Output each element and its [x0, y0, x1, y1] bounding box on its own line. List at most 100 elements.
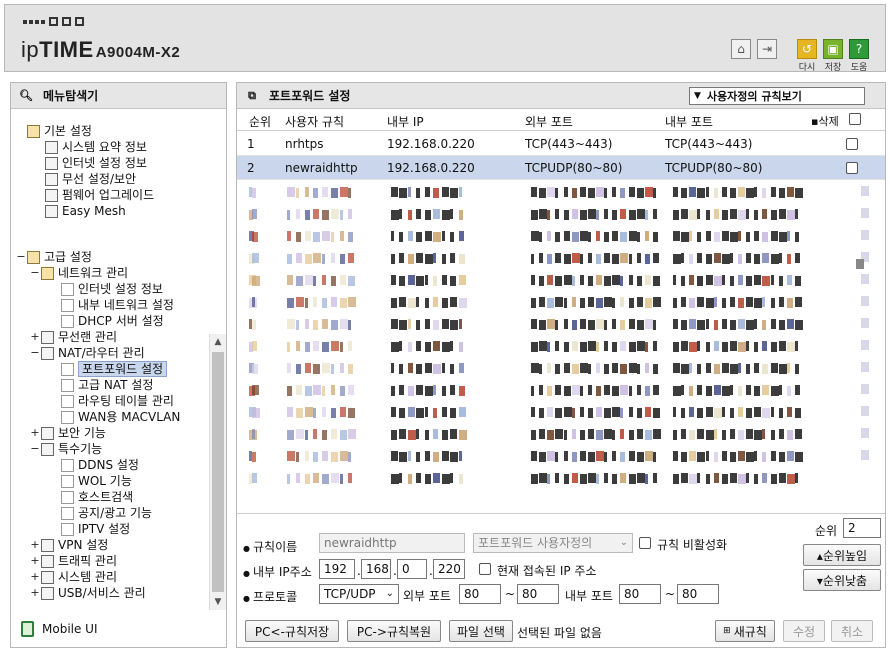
tree-network-mgmt[interactable]: − 네트워크 관리	[29, 265, 128, 281]
ip-octet-3[interactable]: 0	[397, 559, 427, 579]
ip-octet-1[interactable]: 192	[319, 559, 355, 579]
help-icon[interactable]: ?	[849, 39, 869, 59]
restore-rules-button[interactable]: PC->규칙복원	[347, 620, 441, 642]
scroll-thumb[interactable]	[212, 352, 224, 592]
redacted-block	[539, 408, 545, 418]
col-rule: 사용자 규칙	[285, 115, 345, 129]
ip-octet-2[interactable]: 168	[361, 559, 391, 579]
mobile-ui-link[interactable]: Mobile UI	[21, 621, 98, 637]
order-input[interactable]: 2	[843, 518, 881, 538]
tree-item-firmware[interactable]: 펌웨어 업그레이드	[45, 187, 154, 203]
redacted-block	[604, 232, 610, 242]
internal-port-to[interactable]: 80	[677, 584, 719, 604]
expand-icon[interactable]: +	[29, 329, 41, 345]
tree-vpn[interactable]: + VPN 설정	[29, 537, 108, 553]
tree-traffic[interactable]: + 트래픽 관리	[29, 553, 117, 569]
tree-item-wol[interactable]: WOL 기능	[61, 473, 132, 489]
redacted-block	[313, 385, 322, 395]
current-ip-checkbox[interactable]	[479, 563, 491, 575]
home-icon[interactable]: ⌂	[731, 39, 751, 59]
redacted-block	[458, 430, 467, 440]
internal-port-from[interactable]: 80	[619, 584, 661, 604]
redacted-block	[539, 209, 548, 219]
row-delete-checkbox[interactable]	[846, 138, 858, 150]
rule-view-select[interactable]: ▼ 사용자정의 규칙보기	[689, 87, 865, 105]
scroll-up-icon[interactable]: ▲	[210, 334, 226, 350]
table-row-selected[interactable]: 2 newraidhttp 192.168.0.220 TCPUDP(80~80…	[237, 156, 885, 180]
redacted-block	[689, 254, 694, 264]
tree-item-internet-info[interactable]: 인터넷 설정 정보	[45, 155, 147, 171]
tree-security[interactable]: + 보안 기능	[29, 425, 106, 441]
tree-item-wireless-security[interactable]: 무선 설정/보안	[45, 171, 136, 187]
tree-item-system-summary[interactable]: 시스템 요약 정보	[45, 139, 147, 155]
order-down-button[interactable]: ▾순위낮춤	[803, 569, 881, 591]
expand-icon[interactable]: +	[29, 569, 41, 585]
expand-icon[interactable]: +	[29, 553, 41, 569]
tree-item-ddns[interactable]: DDNS 설정	[61, 457, 139, 473]
expand-icon[interactable]: +	[29, 537, 41, 553]
tree-item-routing-table[interactable]: 라우팅 테이블 관리	[61, 393, 174, 409]
logout-icon[interactable]: ⇥	[757, 39, 777, 59]
tree-item-host-search[interactable]: 호스트검색	[61, 489, 133, 505]
redacted-block	[450, 473, 454, 483]
redacted-block	[322, 474, 329, 484]
order-up-button[interactable]: ▴순위높임	[803, 544, 881, 566]
scroll-down-icon[interactable]: ▼	[210, 594, 226, 610]
redacted-block	[587, 320, 595, 330]
redacted-block	[713, 253, 721, 263]
row-delete-checkbox[interactable]	[846, 162, 858, 174]
tree-usb[interactable]: + USB/서비스 관리	[29, 585, 145, 601]
redacted-block	[579, 474, 587, 484]
collapse-icon[interactable]: −	[29, 265, 41, 281]
protocol-select[interactable]: TCP/UDP ⌄	[319, 584, 399, 604]
redacted-block	[794, 320, 803, 330]
expand-icon[interactable]: +	[29, 425, 41, 441]
rule-name-input[interactable]: newraidhttp	[319, 533, 465, 553]
tree-system[interactable]: + 시스템 관리	[29, 569, 117, 585]
table-scroll-indicator[interactable]	[856, 259, 864, 269]
tree-item-lan-settings[interactable]: 내부 네트워크 설정	[61, 297, 174, 313]
tree-item-iptv[interactable]: IPTV 설정	[61, 521, 130, 537]
save-icon[interactable]: ▣	[823, 39, 843, 59]
refresh-icon[interactable]: ↺	[797, 39, 817, 59]
tree-special[interactable]: − 특수기능	[29, 441, 102, 457]
tree-item-notice[interactable]: 공지/광고 기능	[61, 505, 152, 521]
table-row[interactable]: 1 nrhtps 192.168.0.220 TCP(443~443) TCP(…	[237, 132, 885, 156]
tree-item-dhcp[interactable]: DHCP 서버 설정	[61, 313, 164, 329]
backup-rules-button[interactable]: PC<-규칙저장	[245, 620, 339, 642]
rule-type-select[interactable]: 포트포워드 사용자정의 ⌄	[473, 533, 633, 553]
tree-item-portforward[interactable]: 포트포워드 설정	[61, 361, 168, 377]
cancel-button[interactable]: 취소	[831, 620, 873, 642]
tree-item-wan-macvlan[interactable]: WAN용 MACVLAN	[61, 409, 180, 425]
internal-port-label: 내부 포트	[565, 589, 613, 603]
tree-item-advanced-nat[interactable]: 고급 NAT 설정	[61, 377, 153, 393]
order-label: 순위	[815, 524, 838, 538]
tree-item-internet-settings[interactable]: 인터넷 설정 정보	[61, 281, 163, 297]
redacted-checkbox	[861, 274, 869, 284]
redacted-block	[778, 452, 785, 462]
tree-advanced-settings[interactable]: − 고급 설정	[15, 249, 92, 265]
new-rule-button[interactable]: ⊞ 새규칙	[715, 620, 775, 642]
select-all-checkbox[interactable]	[849, 113, 861, 125]
tree-basic-settings[interactable]: 기본 설정	[27, 123, 92, 139]
menu-title-text: 메뉴탐색기	[43, 89, 99, 103]
menu-scrollbar[interactable]: ▲ ▼	[209, 334, 226, 610]
choose-file-button[interactable]: 파일 선택	[449, 620, 513, 642]
tree-item-easymesh[interactable]: Easy Mesh	[45, 203, 126, 219]
external-port-to[interactable]: 80	[517, 584, 559, 604]
tree-wireless-mgmt[interactable]: + 무선랜 관리	[29, 329, 117, 345]
redacted-block	[778, 473, 786, 483]
collapse-icon[interactable]: −	[29, 345, 41, 361]
disable-rule-checkbox[interactable]	[639, 537, 651, 549]
tree-nat-router[interactable]: − NAT/라우터 관리	[29, 345, 144, 361]
redacted-block	[330, 341, 339, 351]
redacted-block	[313, 429, 318, 439]
ip-octet-4[interactable]: 220	[433, 559, 465, 579]
redacted-block	[738, 407, 743, 417]
expand-icon[interactable]: +	[29, 585, 41, 601]
collapse-icon[interactable]: −	[29, 441, 41, 457]
collapse-icon[interactable]: −	[15, 249, 27, 265]
redacted-block	[729, 341, 737, 351]
modify-button[interactable]: 수정	[783, 620, 825, 642]
external-port-from[interactable]: 80	[459, 584, 501, 604]
